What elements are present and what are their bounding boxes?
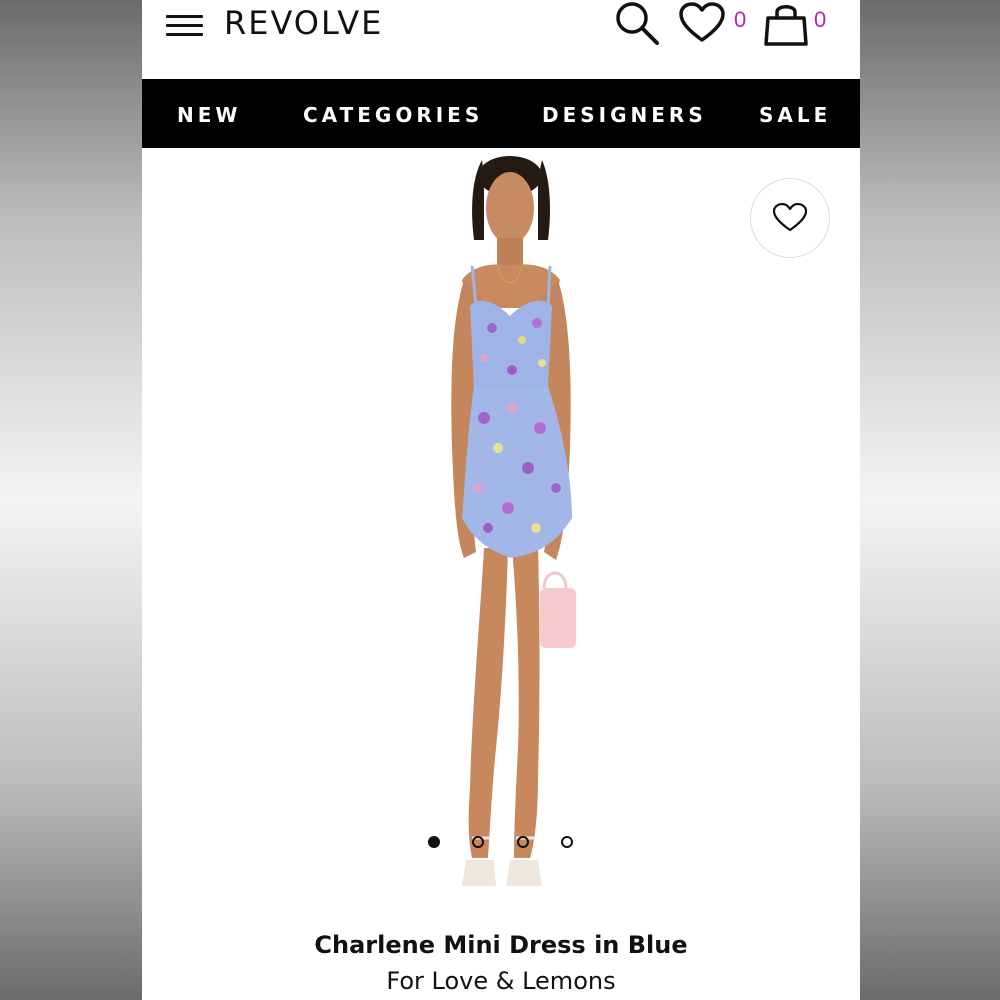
shopping-bag-icon[interactable] bbox=[762, 0, 810, 48]
nav-item-new[interactable]: NEW bbox=[177, 79, 241, 148]
nav-item-categories[interactable]: CATEGORIES bbox=[303, 79, 483, 148]
product-brand[interactable]: For Love & Lemons bbox=[142, 964, 860, 998]
carousel-dot-1[interactable] bbox=[428, 836, 440, 848]
carousel-dot-3[interactable] bbox=[517, 836, 529, 848]
carousel-pagination bbox=[142, 836, 860, 852]
product-image-area bbox=[142, 148, 860, 928]
top-header: REVOLVE 0 0 bbox=[142, 0, 860, 79]
product-image[interactable] bbox=[372, 148, 642, 918]
heart-icon[interactable] bbox=[678, 2, 726, 44]
heart-outline-icon bbox=[772, 203, 808, 232]
carousel-dot-2[interactable] bbox=[472, 836, 484, 848]
wishlist-count: 0 bbox=[734, 7, 747, 32]
nav-item-designers[interactable]: DESIGNERS bbox=[542, 79, 707, 148]
nav-item-sale[interactable]: SALE bbox=[759, 79, 831, 148]
search-icon[interactable] bbox=[612, 0, 664, 46]
hamburger-menu-icon[interactable] bbox=[166, 13, 204, 37]
category-nav-bar: NEW CATEGORIES DESIGNERS SALE bbox=[142, 79, 860, 148]
revolve-logo[interactable]: REVOLVE bbox=[224, 3, 383, 43]
carousel-dot-4[interactable] bbox=[561, 836, 573, 848]
bag-count: 0 bbox=[814, 7, 827, 32]
phone-screen: REVOLVE 0 0 NEW CATEGORIES DESIGNERS SAL… bbox=[142, 0, 860, 1000]
product-title[interactable]: Charlene Mini Dress in Blue bbox=[142, 928, 860, 962]
add-to-wishlist-button[interactable] bbox=[750, 178, 830, 258]
